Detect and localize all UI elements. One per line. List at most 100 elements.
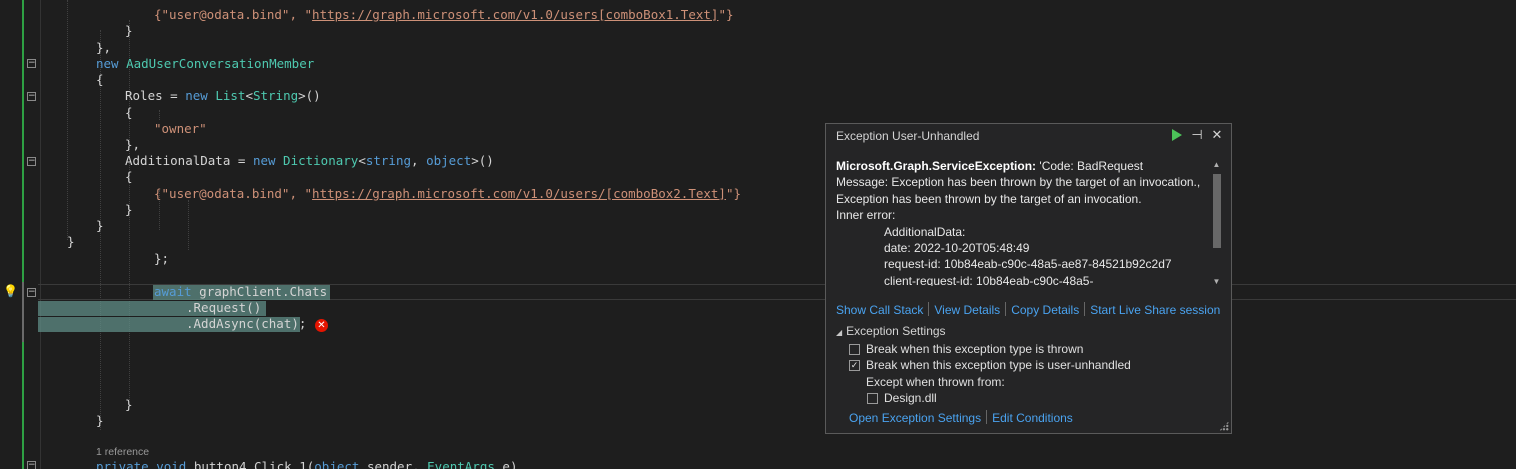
code-line: } (96, 218, 104, 233)
codelens-references[interactable]: 1 reference (96, 446, 149, 458)
code-keyword: object (426, 153, 472, 168)
continue-button[interactable] (1169, 126, 1185, 144)
code-keyword: new (252, 153, 276, 168)
code-line: } (125, 23, 133, 38)
code-token: AdditionalData = (125, 153, 253, 168)
code-type: List (215, 88, 246, 103)
live-share-link[interactable]: Start Live Share session (1090, 303, 1220, 317)
error-icon[interactable]: ✕ (315, 319, 328, 332)
code-token: sender, (359, 459, 428, 469)
fold-toggle[interactable]: − (27, 92, 36, 101)
code-keyword: new (96, 56, 119, 71)
show-call-stack-link[interactable]: Show Call Stack (836, 303, 923, 317)
code-line: Roles = new List<String>() (125, 88, 321, 104)
checkbox-label: Break when this exception type is user-u… (866, 358, 1131, 372)
settings-heading: Exception Settings (846, 324, 946, 338)
code-line: private void button4_Click_1(object send… (96, 459, 517, 469)
indent-guide (188, 200, 189, 250)
exception-message: Microsoft.Graph.ServiceException: 'Code:… (836, 158, 1208, 286)
fold-toggle[interactable]: − (27, 59, 36, 68)
message-line: Message: Exception has been thrown by th… (836, 175, 1201, 190)
code-type: EventArgs (427, 459, 495, 469)
change-indicator-bar-modified (22, 282, 24, 342)
code-line: .AddAsync(chat); (186, 316, 307, 331)
code-line: .Request() (186, 300, 262, 315)
popup-title: Exception User-Unhandled (836, 129, 980, 143)
lightbulb-icon[interactable]: 💡 (3, 284, 18, 298)
close-button[interactable]: ✕ (1209, 126, 1225, 144)
code-keyword: object (314, 459, 360, 469)
exception-first-line: Microsoft.Graph.ServiceException: 'Code:… (836, 158, 1208, 174)
message-line: 'Code: BadRequest (1039, 159, 1144, 173)
code-editor[interactable]: − − − − − 💡 {"user@odata.bind", "https:/… (0, 0, 1516, 469)
popup-toolbar: ⊣ ✕ (1169, 126, 1225, 144)
code-token: < (358, 153, 366, 168)
exception-popup: Exception User-Unhandled ⊣ ✕ Microsoft.G… (825, 123, 1232, 434)
detail-line: AdditionalData: (884, 224, 966, 239)
copy-details-link[interactable]: Copy Details (1011, 303, 1079, 317)
play-icon (1172, 129, 1182, 141)
message-line: Exception has been thrown by the target … (836, 191, 1142, 206)
code-line: } (67, 234, 75, 249)
code-keyword: new (185, 88, 208, 103)
close-icon: ✕ (1211, 127, 1223, 142)
exception-settings-toggle[interactable]: ◢ Exception Settings (836, 324, 946, 338)
code-token: graphClient.Chats (191, 284, 328, 299)
code-token: "} (725, 186, 742, 201)
code-line: }, (125, 137, 141, 152)
detail-line: request-id: 10b84eab-c90c-48a5-ae87-8452… (884, 257, 1172, 272)
code-token: >() (298, 88, 321, 103)
checkbox-label: Design.dll (884, 391, 937, 405)
detail-line: date: 2022-10-20T05:48:49 (884, 241, 1030, 256)
fold-toggle[interactable]: − (27, 288, 36, 297)
code-line: } (96, 413, 104, 428)
break-user-unhandled-option[interactable]: ✓ Break when this exception type is user-… (849, 358, 1131, 372)
message-scrollbar[interactable]: ▲ ▼ (1211, 160, 1222, 286)
view-details-link[interactable]: View Details (934, 303, 1000, 317)
code-link[interactable]: https://graph.microsoft.com/v1.0/users[c… (312, 7, 718, 22)
edit-conditions-link[interactable]: Edit Conditions (992, 411, 1073, 425)
collapse-triangle-icon: ◢ (836, 328, 843, 337)
code-line: { (96, 72, 104, 87)
code-line: "owner" (154, 121, 207, 136)
code-keyword: string (365, 153, 411, 168)
resize-grip-icon[interactable] (1219, 421, 1229, 431)
break-user-unhandled-checkbox[interactable]: ✓ (849, 359, 860, 371)
fold-toggle[interactable]: − (27, 461, 36, 469)
code-type: String (252, 88, 299, 103)
scroll-down-icon[interactable]: ▼ (1211, 277, 1222, 286)
code-line: { (125, 169, 133, 184)
code-line: {"user@odata.bind", "https://graph.micro… (154, 7, 734, 23)
divider (928, 302, 930, 316)
scroll-up-icon[interactable]: ▲ (1211, 160, 1222, 169)
divider (1005, 302, 1007, 316)
pin-button[interactable]: ⊣ (1189, 126, 1205, 144)
break-thrown-checkbox[interactable] (849, 343, 860, 355)
open-exception-settings-link[interactable]: Open Exception Settings (849, 411, 981, 425)
exception-type: Microsoft.Graph.ServiceException: (836, 159, 1037, 173)
code-keyword: await (154, 284, 192, 299)
code-type: Dictionary (283, 153, 359, 168)
divider (986, 410, 988, 424)
code-token: {"user@odata.bind", " (154, 186, 313, 201)
code-line: } (125, 202, 133, 217)
except-label: Except when thrown from: (866, 375, 1005, 389)
code-token: , (411, 153, 427, 168)
code-token: button4_Click_1( (186, 459, 315, 469)
code-token: e) (494, 459, 518, 469)
popup-bottom-links: Open Exception Settings Edit Conditions (849, 410, 1073, 425)
code-type: AadUserConversationMember (126, 56, 315, 71)
code-token: >() (471, 153, 494, 168)
code-line: new AadUserConversationMember (96, 56, 314, 72)
break-thrown-option[interactable]: Break when this exception type is thrown (849, 342, 1083, 356)
code-line: AdditionalData = new Dictionary<string, … (125, 153, 494, 169)
design-dll-checkbox[interactable] (867, 392, 878, 404)
fold-toggle[interactable]: − (27, 157, 36, 166)
code-token: Roles = (125, 88, 186, 103)
design-dll-option[interactable]: Design.dll (867, 391, 937, 405)
scrollbar-thumb[interactable] (1213, 174, 1221, 248)
code-link[interactable]: https://graph.microsoft.com/v1.0/users/[… (312, 186, 726, 201)
code-line: await graphClient.Chats (154, 284, 327, 300)
code-line: {"user@odata.bind", "https://graph.micro… (154, 186, 741, 202)
detail-line: client-request-id: 10b84eab-c90c-48a5- (884, 273, 1094, 286)
